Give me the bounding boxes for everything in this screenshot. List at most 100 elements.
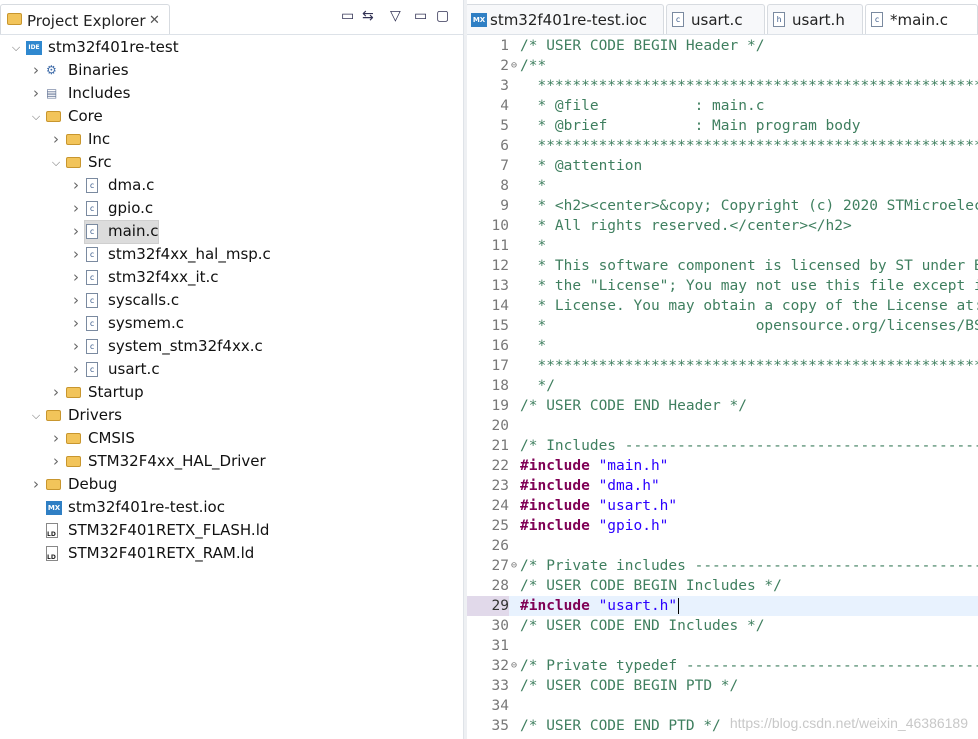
tree-item-system-stm32f4xx-c[interactable]: › c system_stm32f4xx.c (0, 335, 460, 358)
code-line[interactable]: 1 /* USER CODE BEGIN Header */ (467, 36, 978, 56)
code-line[interactable]: 9 * <h2><center>&copy; Copyright (c) 202… (467, 196, 978, 216)
code-line[interactable]: 15 * opensource.org/licenses/BSD-3-Claus… (467, 316, 978, 336)
code-line[interactable]: 19 /* USER CODE END Header */ (467, 396, 978, 416)
tree-item-stm32f401retx-ram-ld[interactable]: LD STM32F401RETX_RAM.ld (0, 542, 460, 565)
code-line[interactable]: 7 * @attention (467, 156, 978, 176)
code-line[interactable]: 30 /* USER CODE END Includes */ (467, 616, 978, 636)
view-menu-icon[interactable]: ▽ (390, 8, 401, 24)
tree-item-label: usart.c (108, 360, 160, 378)
chevron-right-icon[interactable]: › (70, 358, 82, 381)
tree-item-stm32f401re-test[interactable]: ⌵ IDE stm32f401re-test (0, 36, 460, 59)
line-number: 9 (500, 198, 509, 214)
chevron-right-icon[interactable]: › (70, 289, 82, 312)
code-line[interactable]: 10 * All rights reserved.</center></h2> (467, 216, 978, 236)
code-line[interactable]: 3 **************************************… (467, 76, 978, 96)
link-with-editor-icon[interactable]: ⇆ (362, 8, 374, 24)
project-explorer-tab[interactable]: Project Explorer ✕ (0, 4, 170, 35)
code-line[interactable]: 2 ⊖/** (467, 56, 978, 76)
comment-token: /* Private typedef ---------------------… (520, 658, 978, 674)
tab-usart-h[interactable]: h usart.h (767, 4, 863, 34)
code-line[interactable]: 27 ⊖/* Private includes -----------------… (467, 556, 978, 576)
tree-item-src[interactable]: ⌵ Src (0, 151, 460, 174)
code-line[interactable]: 8 * (467, 176, 978, 196)
fold-toggle-icon[interactable]: ⊖ (509, 656, 519, 676)
tree-item-stm32f401re-test-ioc[interactable]: MX stm32f401re-test.ioc (0, 496, 460, 519)
tree-item-drivers[interactable]: ⌵ Drivers (0, 404, 460, 427)
code-text: #include "usart.h" (520, 596, 680, 616)
chevron-right-icon[interactable]: › (70, 266, 82, 289)
tree-item-includes[interactable]: › ▤ Includes (0, 82, 460, 105)
code-line[interactable]: 16 * (467, 336, 978, 356)
chevron-right-icon[interactable]: › (30, 59, 42, 82)
code-line[interactable]: 12 * This software component is licensed… (467, 256, 978, 276)
code-line[interactable]: 24 #include "usart.h" (467, 496, 978, 516)
chevron-right-icon[interactable]: › (70, 174, 82, 197)
code-line[interactable]: 4 * @file : main.c (467, 96, 978, 116)
comment-token: ****************************************… (537, 138, 978, 154)
tree-item-sysmem-c[interactable]: › c sysmem.c (0, 312, 460, 335)
chevron-down-icon[interactable]: ⌵ (30, 404, 42, 427)
code-line[interactable]: 25 #include "gpio.h" (467, 516, 978, 536)
code-line[interactable]: 6 **************************************… (467, 136, 978, 156)
tree-item-core[interactable]: ⌵ Core (0, 105, 460, 128)
tree-item-cmsis[interactable]: › CMSIS (0, 427, 460, 450)
tree-item-usart-c[interactable]: › c usart.c (0, 358, 460, 381)
chevron-down-icon[interactable]: ⌵ (10, 36, 22, 59)
code-line[interactable]: 23 #include "dma.h" (467, 476, 978, 496)
tree-item-gpio-c[interactable]: › c gpio.c (0, 197, 460, 220)
code-line[interactable]: 34 (467, 696, 978, 716)
tree-item-inc[interactable]: › Inc (0, 128, 460, 151)
code-line[interactable]: 31 (467, 636, 978, 656)
c-file-icon-glyph: c (86, 247, 98, 262)
code-line[interactable]: 17 *************************************… (467, 356, 978, 376)
minimize-icon[interactable]: ▭ (414, 8, 427, 24)
chevron-right-icon[interactable]: › (70, 335, 82, 358)
code-line[interactable]: 14 * License. You may obtain a copy of t… (467, 296, 978, 316)
chevron-right-icon[interactable]: › (50, 427, 62, 450)
tree-item-dma-c[interactable]: › c dma.c (0, 174, 460, 197)
tab-usart-c[interactable]: c usart.c (666, 4, 765, 34)
tree-item-debug[interactable]: › Debug (0, 473, 460, 496)
maximize-icon[interactable]: ▢ (436, 8, 449, 24)
code-line[interactable]: 26 (467, 536, 978, 556)
tree-item-stm32f4xx-hal-msp-c[interactable]: › c stm32f4xx_hal_msp.c (0, 243, 460, 266)
code-line[interactable]: 11 * (467, 236, 978, 256)
code-line[interactable]: 21 /* Includes --------------------------… (467, 436, 978, 456)
code-line[interactable]: 13 * the "License"; You may not use this… (467, 276, 978, 296)
fold-toggle-icon[interactable]: ⊖ (509, 56, 519, 76)
code-line[interactable]: 33 /* USER CODE BEGIN PTD */ (467, 676, 978, 696)
fold-toggle-icon[interactable]: ⊖ (509, 556, 519, 576)
tab-stm32f401re-test-ioc[interactable]: MX stm32f401re-test.ioc (467, 4, 664, 34)
tree-item-stm32f4xx-it-c[interactable]: › c stm32f4xx_it.c (0, 266, 460, 289)
tree-item-stm32f401retx-flash-ld[interactable]: LD STM32F401RETX_FLASH.ld (0, 519, 460, 542)
code-line[interactable]: 5 * @brief : Main program body (467, 116, 978, 136)
chevron-right-icon[interactable]: › (70, 243, 82, 266)
code-line[interactable]: 20 (467, 416, 978, 436)
chevron-right-icon[interactable]: › (50, 128, 62, 151)
tree-item-startup[interactable]: › Startup (0, 381, 460, 404)
chevron-right-icon[interactable]: › (70, 312, 82, 335)
chevron-down-icon[interactable]: ⌵ (50, 151, 62, 174)
collapse-all-icon[interactable]: ▭ (341, 8, 354, 24)
chevron-right-icon[interactable]: › (30, 82, 42, 105)
tab--main-c[interactable]: c *main.c (865, 4, 978, 34)
close-icon[interactable]: ✕ (149, 13, 160, 28)
line-number: 26 (491, 538, 509, 554)
code-line[interactable]: 28 /* USER CODE BEGIN Includes */ (467, 576, 978, 596)
code-line[interactable]: 18 */ (467, 376, 978, 396)
chevron-right-icon[interactable]: › (30, 473, 42, 496)
chevron-right-icon[interactable]: › (70, 220, 82, 243)
tree-item-main-c[interactable]: › c main.c (0, 220, 460, 243)
code-line[interactable]: 32 ⊖/* Private typedef ------------------… (467, 656, 978, 676)
code-line[interactable]: 22 #include "main.h" (467, 456, 978, 476)
chevron-right-icon[interactable]: › (50, 381, 62, 404)
code-line[interactable]: 29 #include "usart.h" (467, 596, 978, 616)
tree-item-stm32f4xx-hal-driver[interactable]: › STM32F4xx_HAL_Driver (0, 450, 460, 473)
chevron-down-icon[interactable]: ⌵ (30, 105, 42, 128)
tree-item-syscalls-c[interactable]: › c syscalls.c (0, 289, 460, 312)
c-file-icon: c (86, 362, 102, 378)
tree-item-binaries[interactable]: › ⚙ Binaries (0, 59, 460, 82)
code-area[interactable]: 1/* USER CODE BEGIN Header */2 ⊖/** 3 ****… (467, 34, 978, 739)
chevron-right-icon[interactable]: › (70, 197, 82, 220)
chevron-right-icon[interactable]: › (50, 450, 62, 473)
